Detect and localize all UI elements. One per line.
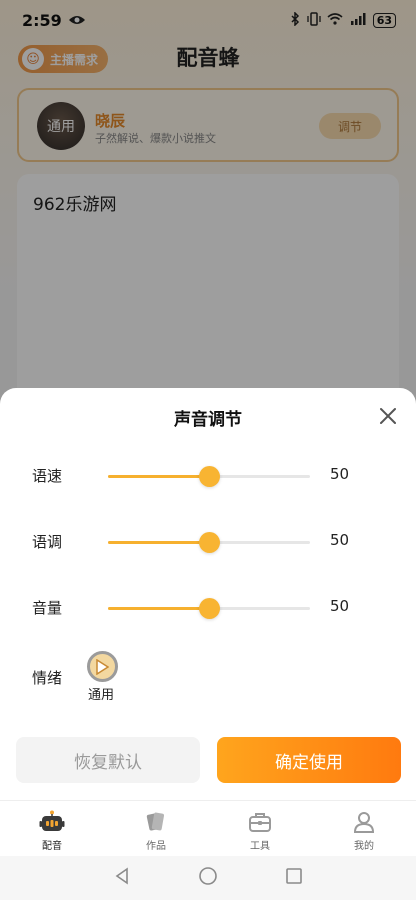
system-nav-bar <box>0 856 416 900</box>
pitch-slider-fill <box>108 541 209 544</box>
pitch-value: 50 <box>330 531 350 549</box>
play-icon <box>86 651 118 682</box>
tab-works[interactable]: 作品 <box>104 801 208 856</box>
tab-mine[interactable]: 我的 <box>312 801 416 856</box>
tab-label: 配音 <box>42 841 62 852</box>
speed-slider-fill <box>108 475 209 478</box>
speed-value: 50 <box>330 465 350 483</box>
sheet-title: 声音调节 <box>174 410 242 430</box>
tab-dubbing[interactable]: 配音 <box>0 801 104 856</box>
emotion-option-label: 通用 <box>87 688 114 703</box>
tab-tools[interactable]: 工具 <box>208 801 312 856</box>
speed-slider-row: 语速 50 <box>0 461 416 491</box>
emotion-option[interactable]: 通用 <box>85 651 119 703</box>
volume-slider[interactable] <box>108 598 310 619</box>
speed-slider[interactable] <box>108 466 310 487</box>
confirm-use-button[interactable]: 确定使用 <box>217 737 401 783</box>
speed-label: 语速 <box>32 467 63 485</box>
robot-icon <box>39 809 65 835</box>
speed-slider-thumb[interactable] <box>199 466 220 487</box>
pitch-label: 语调 <box>32 533 63 551</box>
toolbox-icon <box>247 809 273 835</box>
tab-label: 工具 <box>250 841 270 852</box>
close-icon[interactable] <box>376 404 400 428</box>
recents-icon[interactable] <box>284 866 304 890</box>
volume-label: 音量 <box>32 599 63 617</box>
pitch-slider-row: 语调 50 <box>0 527 416 557</box>
volume-slider-thumb[interactable] <box>199 598 220 619</box>
tab-label: 我的 <box>354 841 374 852</box>
back-icon[interactable] <box>112 866 132 890</box>
pitch-slider[interactable] <box>108 532 310 553</box>
profile-icon <box>351 809 377 835</box>
emotion-label: 情绪 <box>32 669 63 687</box>
volume-value: 50 <box>330 597 350 615</box>
works-icon <box>143 809 169 835</box>
volume-slider-fill <box>108 607 209 610</box>
bottom-tab-bar: 配音 作品 工具 我的 <box>0 800 416 856</box>
home-icon[interactable] <box>198 866 218 890</box>
reset-default-button[interactable]: 恢复默认 <box>16 737 200 783</box>
pitch-slider-thumb[interactable] <box>199 532 220 553</box>
tab-label: 作品 <box>146 841 166 852</box>
voice-adjust-sheet: 声音调节 语速 50 语调 50 音量 50 情绪 通用 恢复默认 确定使用 <box>0 388 416 800</box>
volume-slider-row: 音量 50 <box>0 593 416 623</box>
